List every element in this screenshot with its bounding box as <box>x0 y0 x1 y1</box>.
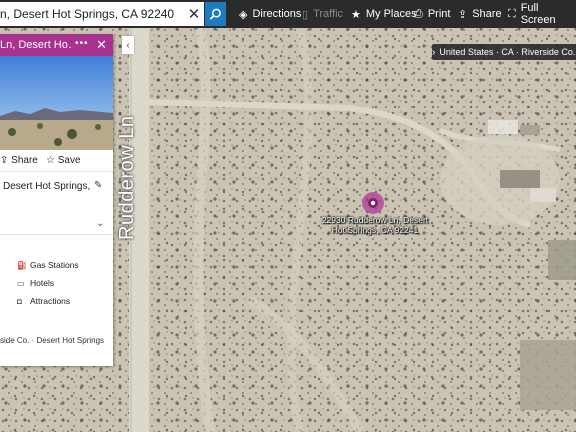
print-button[interactable]: ⎙ Print <box>414 0 450 28</box>
top-toolbar: n, Desert Hot Springs, CA 92240 ✕ ◈ Dire… <box>0 0 576 28</box>
print-label: Print <box>427 8 451 20</box>
panel-save-button[interactable]: ☆ Save <box>46 155 81 166</box>
traffic-button[interactable]: ▯ Traffic <box>302 0 343 28</box>
bed-icon: ▭ <box>17 278 25 288</box>
nearby-label: Attractions <box>30 296 71 306</box>
clear-search-icon[interactable]: ✕ <box>186 5 202 23</box>
directions-icon: ◈ <box>239 8 248 21</box>
more-options-icon[interactable]: ••• <box>75 38 89 49</box>
close-icon[interactable]: ✕ <box>96 37 107 53</box>
nearby-attractions[interactable]: ◘ Attractions <box>17 292 79 310</box>
share-button[interactable]: ⇪ Share <box>458 0 502 28</box>
panel-footer-breadcrumb[interactable]: side Co. · Desert Hot Springs <box>0 336 104 345</box>
nearby-gas-stations[interactable]: ⛽ Gas Stations <box>17 256 79 274</box>
my-places-button[interactable]: ★ My Places <box>351 0 417 28</box>
collapse-panel-button[interactable]: ‹ <box>122 36 134 54</box>
directions-label: Directions <box>252 8 302 20</box>
full-screen-button[interactable]: ⛶ Full Screen <box>508 0 576 28</box>
road-label: Rudderow Ln <box>116 115 138 240</box>
directions-button[interactable]: ◈ Directions <box>239 0 301 28</box>
panel-save-label: Save <box>57 155 81 166</box>
breadcrumb-text: United States · CA · Riverside Co. · De <box>439 47 576 57</box>
panel-title: Ln, Desert Ho… <box>0 39 72 51</box>
divider <box>0 234 113 235</box>
gas-pump-icon: ⛽ <box>17 260 27 270</box>
pin-label-line1: 22930 Rudderow Ln, Desert <box>321 215 429 225</box>
panel-address: Desert Hot Springs, <box>3 181 91 192</box>
location-photo[interactable] <box>0 56 113 150</box>
print-icon: ⎙ <box>414 7 423 20</box>
traffic-icon: ▯ <box>302 8 309 21</box>
traffic-label: Traffic <box>313 8 344 20</box>
search-box[interactable]: n, Desert Hot Springs, CA 92240 ✕ <box>0 2 204 26</box>
share-icon: ⇪ <box>458 8 468 21</box>
nearby-hotels[interactable]: ▭ Hotels <box>17 274 79 292</box>
chevron-left-icon: ‹ <box>126 39 130 51</box>
search-icon <box>209 8 221 20</box>
search-button[interactable] <box>205 2 226 26</box>
star-outline-icon: ☆ <box>46 155 55 166</box>
my-places-label: My Places <box>365 8 417 20</box>
location-breadcrumb[interactable]: › United States · CA · Riverside Co. · D… <box>432 44 576 60</box>
pin-label-line2: Hot Springs, CA 92241 <box>331 225 419 235</box>
location-panel: Ln, Desert Ho… ••• ✕ ⇪ Share ☆ Save Dese… <box>0 34 113 366</box>
panel-share-button[interactable]: ⇪ Share <box>0 155 38 166</box>
panel-share-label: Share <box>11 155 38 166</box>
panel-header: Ln, Desert Ho… ••• ✕ <box>0 34 113 56</box>
pin-address-label[interactable]: 22930 Rudderow Ln, Desert Hot Springs, C… <box>316 215 434 235</box>
share-label: Share <box>472 8 502 20</box>
panel-actions: ⇪ Share ☆ Save <box>0 150 113 172</box>
desert-photo-image <box>0 56 113 150</box>
full-screen-icon: ⛶ <box>508 7 516 20</box>
share-icon: ⇪ <box>0 155 9 166</box>
nearby-list: ⛽ Gas Stations ▭ Hotels ◘ Attractions <box>17 256 79 310</box>
search-input[interactable]: n, Desert Hot Springs, CA 92240 <box>0 7 186 21</box>
camera-icon: ◘ <box>17 296 22 306</box>
address-row: Desert Hot Springs, ✎ <box>0 172 113 222</box>
nearby-label: Hotels <box>30 278 55 288</box>
nearby-label: Gas Stations <box>30 260 79 270</box>
chevron-down-icon[interactable]: ⌄ <box>96 218 104 229</box>
edit-pencil-icon[interactable]: ✎ <box>94 180 102 191</box>
full-screen-label: Full Screen <box>520 2 556 26</box>
star-icon: ★ <box>351 8 361 21</box>
